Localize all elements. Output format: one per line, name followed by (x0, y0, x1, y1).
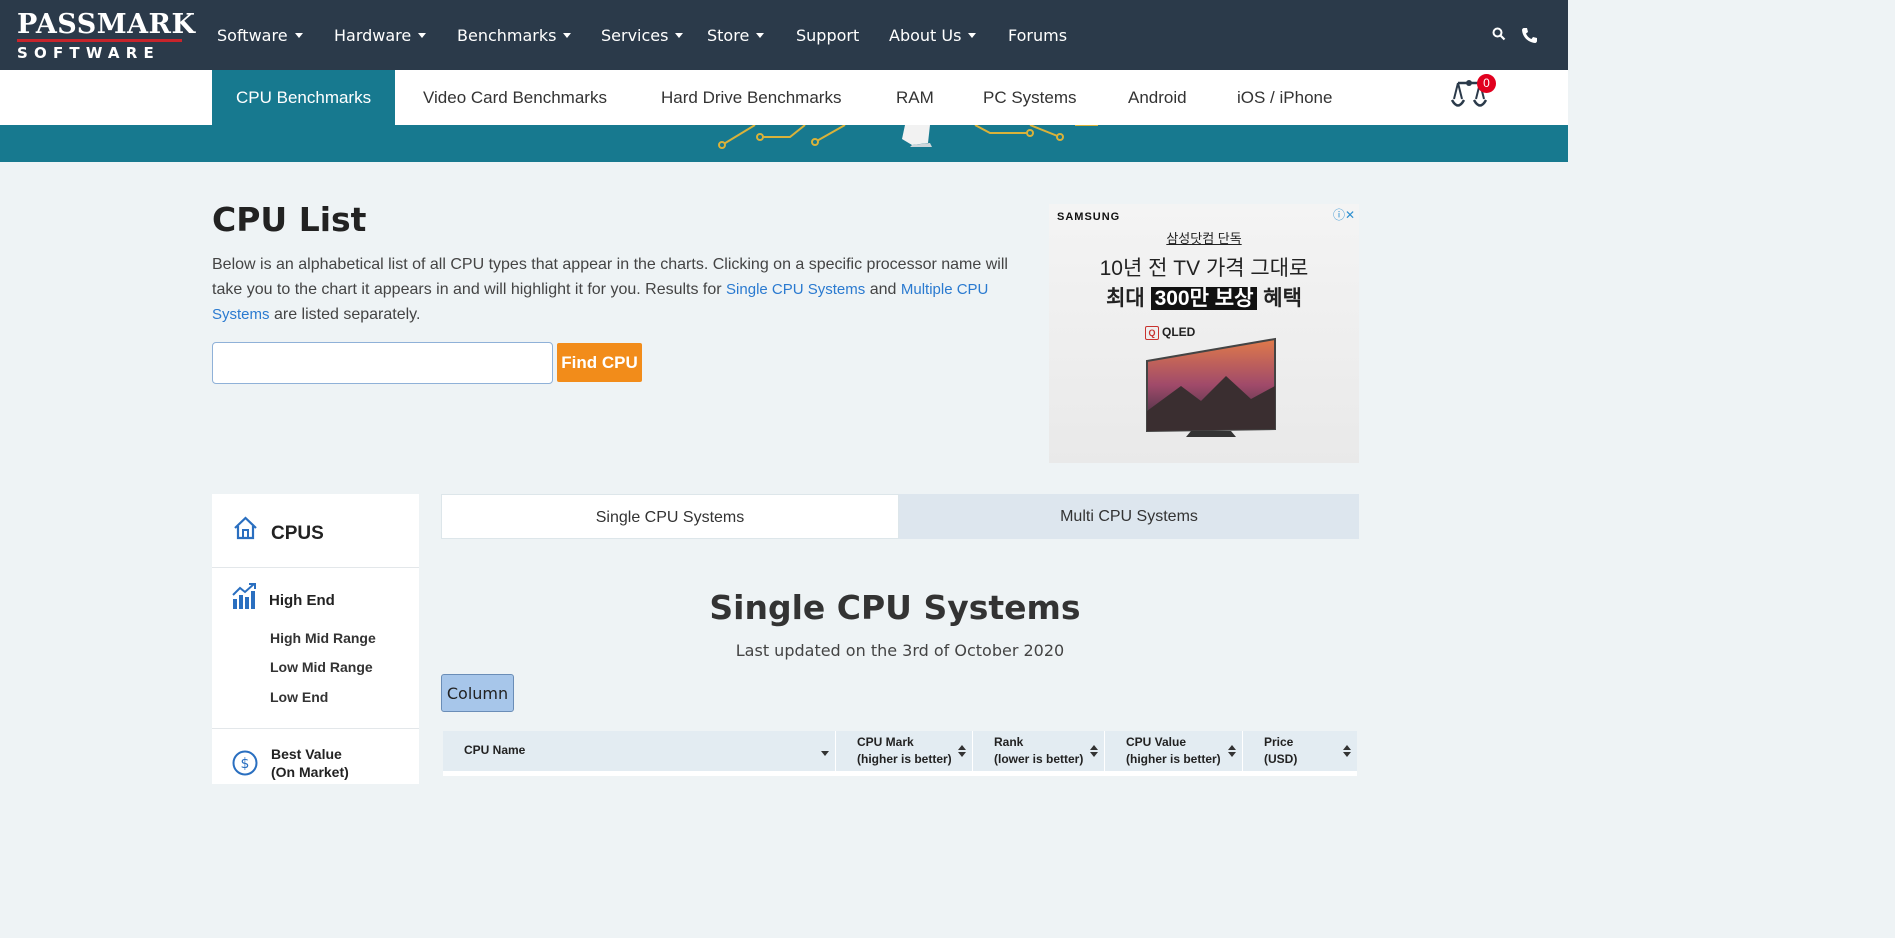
sidebar-divider (212, 728, 419, 729)
tab-ios-iphone[interactable]: iOS / iPhone (1237, 70, 1332, 125)
column-header-price[interactable]: Price (USD) (1243, 731, 1357, 771)
chart-up-icon (232, 583, 257, 615)
sidebar-item-high-mid-range[interactable]: High Mid Range (270, 630, 376, 646)
passmark-logo[interactable]: PASSMARK SOFTWARE (17, 9, 196, 62)
hero-banner (0, 125, 1568, 162)
logo-line1: PASSMARK (17, 9, 196, 40)
system-tabs: Single CPU Systems Multi CPU Systems (441, 494, 1359, 539)
table-row (443, 771, 1357, 776)
intro-text: are listed separately. (269, 306, 421, 323)
cpu-sidebar: CPUS High End High Mid Range Low Mid Ran… (212, 494, 419, 784)
intro-paragraph: Below is an alphabetical list of all CPU… (212, 252, 1042, 327)
chevron-down-icon (756, 33, 765, 38)
last-updated-text: Last updated on the 3rd of October 2020 (735, 641, 1065, 660)
column-header-cpu-value[interactable]: CPU Value (higher is better) (1105, 731, 1243, 771)
circuit-art-icon (718, 125, 1098, 149)
cpu-search-input[interactable] (212, 342, 553, 384)
menu-benchmarks[interactable]: Benchmarks (457, 26, 572, 45)
tab-video-card-benchmarks[interactable]: Video Card Benchmarks (423, 70, 607, 125)
tv-image (1146, 337, 1276, 437)
menu-store[interactable]: Store (707, 26, 765, 45)
single-cpu-systems-link[interactable]: Single CPU Systems (726, 281, 865, 298)
svg-text:$: $ (241, 756, 250, 772)
sort-icon (1228, 745, 1236, 757)
ad-info-close-icon[interactable]: ⓘ✕ (1333, 206, 1355, 223)
column-button[interactable]: Column (441, 674, 514, 712)
sort-icon (1090, 745, 1098, 757)
home-icon (233, 516, 258, 545)
sidebar-item-high-end[interactable]: High End (269, 592, 335, 609)
table-header: CPU Name CPU Mark (higher is better) Rank… (443, 731, 1357, 771)
chevron-down-icon (418, 33, 427, 38)
menu-software[interactable]: Software (217, 26, 303, 45)
menu-about-us[interactable]: About Us (889, 26, 977, 45)
menu-support[interactable]: Support (796, 26, 859, 45)
ad-line3: 최대 300만 보상 혜택 (1106, 287, 1302, 310)
tab-ram[interactable]: RAM (896, 70, 934, 125)
ad-line1: 삼성닷컴 단독 (1166, 231, 1242, 246)
sidebar-item-best-value[interactable]: Best Value (271, 746, 342, 762)
tab-single-cpu-systems[interactable]: Single CPU Systems (441, 494, 899, 539)
sidebar-divider (212, 567, 419, 568)
sidebar-title[interactable]: CPUS (271, 523, 324, 545)
sort-down-icon (821, 751, 829, 756)
intro-text: and (865, 281, 901, 298)
ad-line2: 10년 전 TV 가격 그대로 (1099, 257, 1309, 280)
find-cpu-button[interactable]: Find CPU (557, 343, 642, 382)
menu-services[interactable]: Services (601, 26, 684, 45)
tab-cpu-benchmarks[interactable]: CPU Benchmarks (212, 70, 396, 125)
advertisement[interactable]: SAMSUNG ⓘ✕ 삼성닷컴 단독 10년 전 TV 가격 그대로 최대 30… (1049, 204, 1359, 463)
chevron-down-icon (675, 33, 684, 38)
sort-icon (958, 745, 966, 757)
tab-multi-cpu-systems[interactable]: Multi CPU Systems (899, 494, 1359, 539)
compare-count-badge: 0 (1477, 74, 1496, 93)
tab-hard-drive-benchmarks[interactable]: Hard Drive Benchmarks (661, 70, 841, 125)
tab-android[interactable]: Android (1128, 70, 1187, 125)
sidebar-item-low-mid-range[interactable]: Low Mid Range (270, 659, 373, 675)
tab-pc-systems[interactable]: PC Systems (983, 70, 1077, 125)
menu-forums[interactable]: Forums (1008, 26, 1067, 45)
logo-line2: SOFTWARE (17, 44, 160, 62)
benchmark-tabs: CPU Benchmarks Video Card Benchmarks Har… (0, 70, 1568, 125)
chevron-down-icon (563, 33, 572, 38)
ad-brand: SAMSUNG (1057, 211, 1121, 223)
column-header-rank[interactable]: Rank (lower is better) (973, 731, 1105, 771)
chevron-down-icon (294, 33, 303, 38)
menu-hardware[interactable]: Hardware (334, 26, 427, 45)
sidebar-item-best-value-sub: (On Market) (271, 764, 349, 780)
sidebar-item-low-end[interactable]: Low End (270, 689, 328, 705)
chevron-down-icon (968, 33, 977, 38)
ad-product-label: Q QLED (1145, 325, 1195, 340)
compare-button[interactable]: 0 (1450, 74, 1496, 117)
column-header-cpu-name[interactable]: CPU Name (443, 731, 836, 771)
phone-icon[interactable] (1521, 27, 1538, 49)
section-title: Single CPU Systems (709, 588, 1081, 627)
page-title: CPU List (212, 200, 367, 239)
search-icon[interactable] (1492, 27, 1506, 46)
sort-icon (1343, 745, 1351, 757)
dollar-icon: $ (232, 750, 258, 781)
top-navbar: PASSMARK SOFTWARE Software Hardware Benc… (0, 0, 1568, 70)
column-header-cpu-mark[interactable]: CPU Mark (higher is better) (836, 731, 973, 771)
